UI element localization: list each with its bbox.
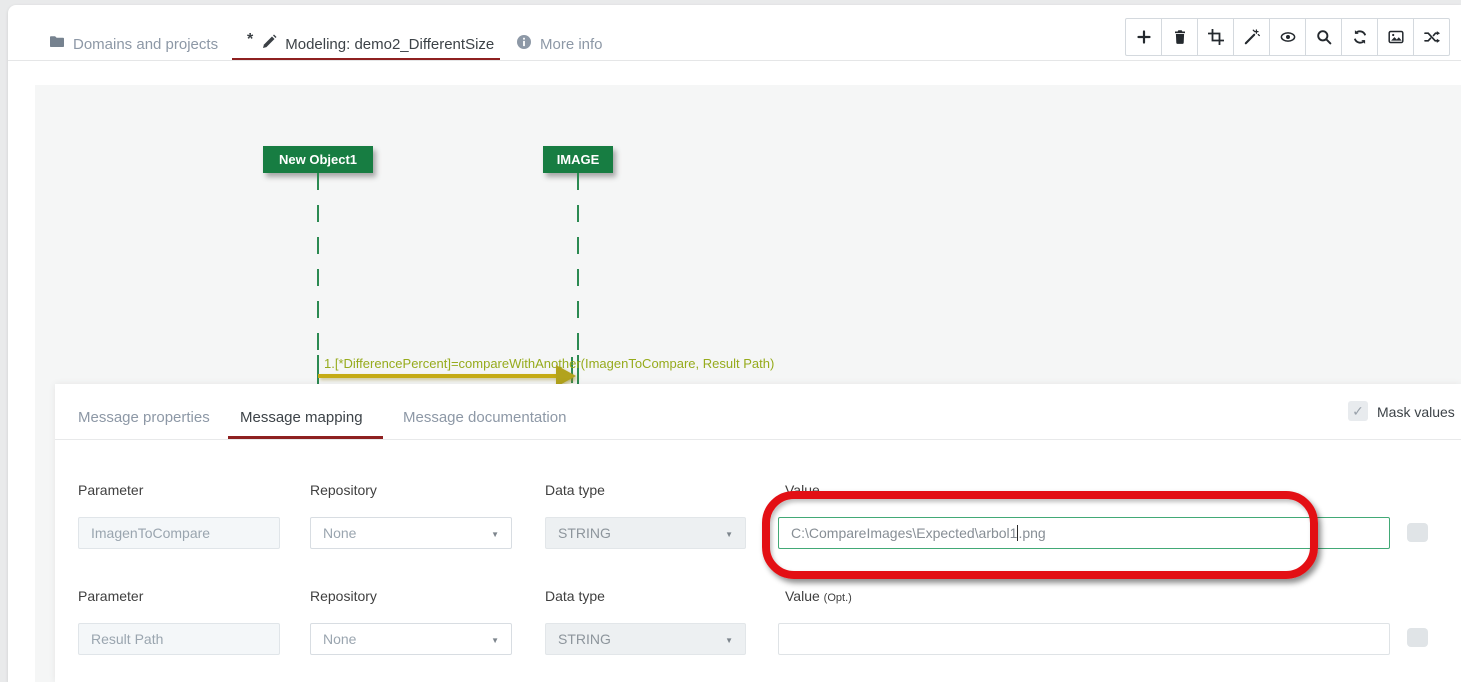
pencil-icon — [261, 34, 277, 54]
tab-message-mapping[interactable]: Message mapping — [240, 409, 363, 426]
value-label: Value (Opt.) — [785, 588, 852, 604]
lifeline-image — [577, 173, 579, 385]
parameter-label: Parameter — [78, 588, 143, 604]
value-input[interactable]: C:\CompareImages\Expected\arbol1.png — [778, 517, 1390, 549]
message-mapping-panel: Message properties Message mapping Messa… — [55, 384, 1461, 682]
message-arrow-line[interactable] — [318, 374, 572, 378]
mask-values-label: Mask values — [1377, 404, 1455, 420]
repository-label: Repository — [310, 588, 377, 604]
chevron-down-icon: ▼ — [491, 530, 499, 539]
datatype-label: Data type — [545, 482, 605, 498]
object-label: New Object1 — [279, 152, 357, 167]
main-card: Domains and projects * Modeling: demo2_D… — [8, 5, 1461, 682]
shuffle-button[interactable] — [1413, 18, 1450, 56]
datatype-value: STRING — [558, 525, 611, 541]
tab-message-properties[interactable]: Message properties — [78, 409, 210, 426]
crop-icon — [1208, 29, 1224, 45]
value-optional-suffix: (Opt.) — [824, 592, 852, 604]
eye-icon — [1280, 29, 1296, 45]
tab-more-info[interactable]: More info — [516, 32, 603, 56]
image-button[interactable] — [1377, 18, 1414, 56]
repository-dropdown[interactable]: None ▼ — [310, 623, 512, 655]
info-icon — [516, 34, 532, 54]
search-icon — [1316, 29, 1332, 45]
zoom-button[interactable] — [1305, 18, 1342, 56]
object-label: IMAGE — [557, 152, 600, 167]
tab-label: More info — [540, 36, 603, 53]
folder-icon — [49, 34, 65, 54]
refresh-icon — [1352, 29, 1368, 45]
panel-tabs-divider — [55, 439, 1461, 440]
diagram-object-image[interactable]: IMAGE — [543, 146, 613, 173]
message-label[interactable]: 1.[*DifferencePercent]=compareWithAnothe… — [324, 356, 774, 371]
tab-message-documentation[interactable]: Message documentation — [403, 409, 566, 426]
shuffle-icon — [1424, 29, 1440, 45]
image-icon — [1388, 29, 1404, 45]
tab-label: Modeling: demo2_DifferentSize — [285, 36, 494, 53]
value-text: C:\CompareImages\Expected\arbol1 — [791, 525, 1017, 541]
eye-button[interactable] — [1269, 18, 1306, 56]
header-divider — [8, 60, 1461, 61]
chevron-down-icon: ▼ — [725, 636, 733, 645]
tab-domains-and-projects[interactable]: Domains and projects — [49, 32, 218, 56]
repository-label: Repository — [310, 482, 377, 498]
parameter-value: ImagenToCompare — [91, 525, 210, 541]
trash-icon — [1172, 29, 1188, 45]
mapping-row: Parameter ImagenToCompare Repository Non… — [55, 480, 1461, 554]
mapping-row: Parameter Result Path Repository None ▼ D… — [55, 586, 1461, 660]
value-editor-button[interactable] — [1407, 628, 1428, 647]
value-input[interactable] — [778, 623, 1390, 655]
diagram-object-new-object1[interactable]: New Object1 — [263, 146, 373, 173]
value-label: Value — [785, 482, 820, 498]
chevron-down-icon: ▼ — [491, 636, 499, 645]
parameter-field[interactable]: Result Path — [78, 623, 280, 655]
application-window: Domains and projects * Modeling: demo2_D… — [0, 0, 1461, 682]
modified-marker: * — [247, 31, 253, 49]
parameter-label: Parameter — [78, 482, 143, 498]
datatype-dropdown[interactable]: STRING ▼ — [545, 517, 746, 549]
repository-dropdown[interactable]: None ▼ — [310, 517, 512, 549]
value-editor-button[interactable] — [1407, 523, 1428, 542]
tab-label: Domains and projects — [73, 36, 218, 53]
lifeline-new-object1 — [317, 173, 319, 385]
value-text: .png — [1018, 525, 1045, 541]
parameter-value: Result Path — [91, 631, 163, 647]
add-button[interactable] — [1125, 18, 1162, 56]
refresh-button[interactable] — [1341, 18, 1378, 56]
repository-value: None — [323, 631, 356, 647]
checkmark-icon: ✓ — [1352, 403, 1364, 420]
magic-wand-icon — [1244, 29, 1260, 45]
magic-wand-button[interactable] — [1233, 18, 1270, 56]
crop-button[interactable] — [1197, 18, 1234, 56]
datatype-value: STRING — [558, 631, 611, 647]
mask-values-checkbox[interactable]: ✓ — [1348, 401, 1368, 421]
repository-value: None — [323, 525, 356, 541]
parameter-field[interactable]: ImagenToCompare — [78, 517, 280, 549]
delete-button[interactable] — [1161, 18, 1198, 56]
diagram-toolbar — [1125, 18, 1450, 56]
add-icon — [1136, 29, 1152, 45]
tab-modeling[interactable]: * Modeling: demo2_DifferentSize — [247, 32, 494, 56]
chevron-down-icon: ▼ — [725, 530, 733, 539]
activation-segment-left — [317, 355, 319, 385]
datatype-label: Data type — [545, 588, 605, 604]
datatype-dropdown[interactable]: STRING ▼ — [545, 623, 746, 655]
